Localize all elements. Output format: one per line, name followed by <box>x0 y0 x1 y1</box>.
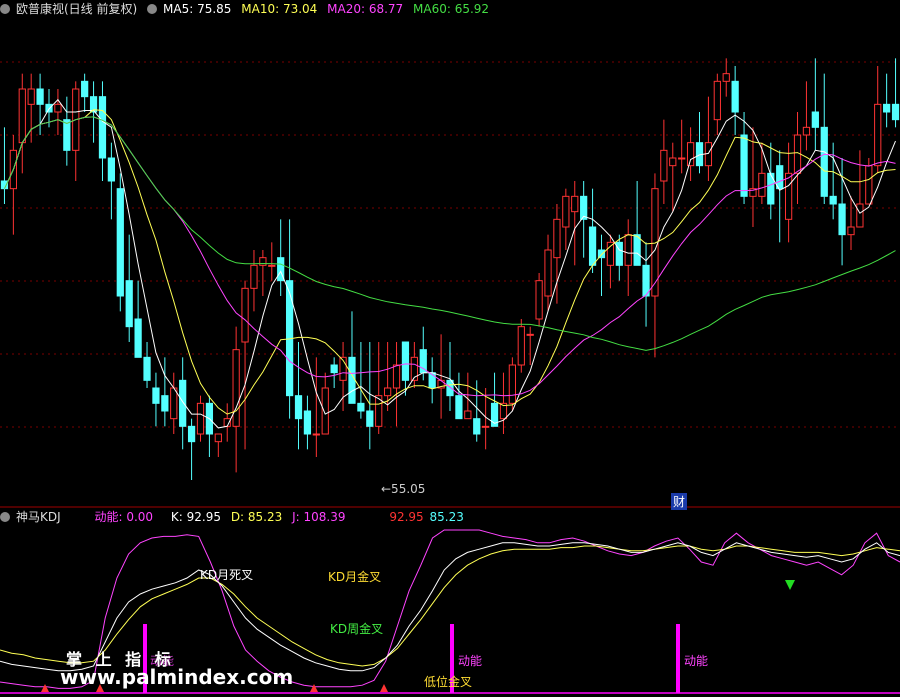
candle-body <box>303 410 312 435</box>
candle-body <box>526 333 534 336</box>
d-label: D: 85.23 <box>230 510 283 524</box>
candle-body <box>571 195 579 213</box>
candle-body <box>633 234 641 266</box>
low-price-marker: ←55.05 <box>381 482 426 496</box>
kdj-legend-bar: 神马KDJ 动能: 0.00 K: 92.95 D: 85.23 J: 108.… <box>0 508 470 526</box>
candle-body <box>348 356 356 404</box>
kd-month-death-label: KD月死叉 <box>200 568 254 582</box>
candle-body <box>321 387 329 435</box>
candle-body <box>268 264 276 267</box>
buy-arrow-icon <box>310 684 318 692</box>
j-label: J: 108.39 <box>292 510 346 524</box>
candle-body <box>81 80 89 98</box>
candle-body <box>562 195 570 228</box>
gear-icon[interactable] <box>0 512 10 522</box>
candle-body <box>553 218 561 259</box>
finance-marker[interactable]: 财 <box>671 493 688 510</box>
candle-body <box>170 387 178 420</box>
candle-body <box>455 395 463 420</box>
candle-body <box>241 287 249 343</box>
kd-month-gold-label: KD月金叉 <box>328 570 382 584</box>
buy-arrow-icon <box>41 684 49 692</box>
v1-label: 92.95 <box>389 510 424 524</box>
candle-body <box>107 157 116 182</box>
candle-body <box>482 425 490 428</box>
low-gold-label: 低位金叉 <box>424 675 473 689</box>
candle-body <box>820 126 828 197</box>
energy-annotation-2: 动能 <box>458 654 483 668</box>
candle-body <box>179 379 187 427</box>
sell-arrow-icon <box>785 580 795 590</box>
candle-body <box>125 280 133 328</box>
candle-body <box>63 119 71 151</box>
candle-body <box>544 249 552 297</box>
candle-body <box>27 88 35 105</box>
kd-week-gold-label: KD周金叉 <box>330 622 384 636</box>
candle-body <box>54 103 62 113</box>
candle-body <box>196 402 205 435</box>
candle-body <box>535 280 543 320</box>
candle-body <box>624 234 632 266</box>
kdj-title: 神马KDJ <box>16 510 61 524</box>
candle-body <box>856 203 864 228</box>
candle-body <box>713 80 721 121</box>
candle-body <box>18 88 26 144</box>
candle-body <box>660 149 668 182</box>
candle-body <box>829 195 837 205</box>
candle-body <box>811 111 819 128</box>
candle-body <box>847 226 855 236</box>
price-candlestick-chart[interactable] <box>0 0 900 508</box>
candle-body <box>874 103 882 167</box>
candle-body <box>517 326 525 366</box>
candle-body <box>187 425 196 443</box>
watermark-url: www.palmindex.com <box>60 665 294 689</box>
candle-body <box>143 356 151 381</box>
candle-body <box>758 172 766 197</box>
energy-bar <box>676 624 680 693</box>
candle-body <box>722 73 730 82</box>
candle-body <box>357 402 365 412</box>
v2-label: 85.23 <box>429 510 464 524</box>
candle-body <box>473 418 481 435</box>
k-label: K: 92.95 <box>170 510 221 524</box>
candle-body <box>731 80 739 113</box>
candle-body <box>366 410 374 427</box>
candle-body <box>45 103 53 113</box>
candle-body <box>312 433 320 436</box>
candle-body <box>401 341 410 381</box>
candle-body <box>36 88 44 105</box>
candle-body <box>678 157 686 160</box>
candle-body <box>865 165 873 205</box>
energy-annotation-3: 动能 <box>684 654 709 668</box>
candle-body <box>883 103 891 113</box>
energy-label: 动能: 0.00 <box>94 510 154 524</box>
candle-body <box>891 103 900 121</box>
buy-arrow-icon <box>380 684 388 692</box>
candle-body <box>250 264 258 289</box>
candle-body <box>214 433 222 443</box>
candle-body <box>161 395 169 412</box>
candle-body <box>669 157 677 167</box>
candle-body <box>464 410 472 420</box>
candle-body <box>330 364 338 374</box>
candle-body <box>294 395 303 420</box>
candle-body <box>98 96 107 159</box>
candle-body <box>784 172 793 220</box>
candle-body <box>838 203 846 236</box>
candle-body <box>686 142 695 167</box>
candle-body <box>152 387 160 404</box>
candle-body <box>232 349 240 427</box>
candle-body <box>802 126 811 136</box>
candle-body <box>419 349 427 374</box>
candle-body <box>259 257 267 266</box>
candle-body <box>776 165 784 190</box>
candle-body <box>508 364 516 404</box>
candle-body <box>134 318 142 358</box>
candle-body <box>740 134 748 197</box>
candle-body <box>116 188 124 297</box>
candle-body <box>588 226 597 266</box>
candle-body <box>384 387 392 397</box>
candle-body <box>392 364 401 389</box>
ma5-line <box>4 98 896 429</box>
